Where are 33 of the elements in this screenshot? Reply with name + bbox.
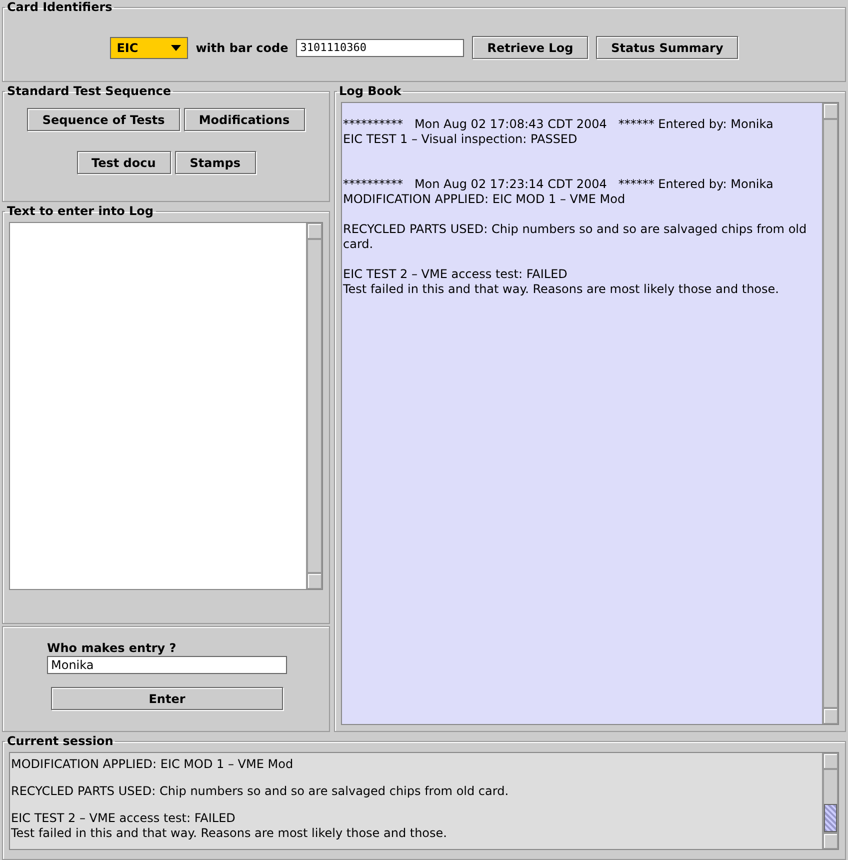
caret-icon (170, 44, 181, 50)
entry-name-label: Who makes entry ? (47, 641, 178, 655)
log-line: ********** Mon Aug 02 17:23:14 CDT 2004 ****** Entered by: Monika (343, 177, 774, 192)
bar-code-field[interactable]: 3101110360 (296, 38, 464, 56)
scrollbar[interactable] (306, 223, 322, 589)
session-line: Test failed in this and that way. Reasons are most likely those and those. (11, 826, 448, 841)
sequence-button[interactable]: Sequence of Tests (27, 108, 180, 131)
enter-button[interactable]: Enter (51, 687, 283, 710)
panel-title: Standard Test Sequence (6, 84, 172, 98)
session-line: MODIFICATION APPLIED: EIC MOD 1 – VME Mod (11, 757, 294, 772)
log-text-area[interactable] (9, 222, 323, 590)
log-line: EIC TEST 2 – VME access test: FAILED (343, 267, 568, 282)
panel-title: Card Identifiers (6, 0, 114, 14)
panel-title: Current session (6, 734, 114, 748)
log-line: MODIFICATION APPLIED: EIC MOD 1 – VME Mod (343, 192, 626, 207)
sequence-button[interactable]: Modifications (184, 108, 305, 131)
card-type-dropdown[interactable]: EIC (110, 36, 188, 58)
scrollbar[interactable] (822, 753, 838, 849)
panel-title: Text to enter into Log (6, 204, 154, 218)
log-line: ********** Mon Aug 02 17:08:43 CDT 2004 ****** Entered by: Monika (343, 117, 774, 132)
panel-title: Log Book (338, 84, 402, 98)
toolbar-button[interactable]: Status Summary (596, 36, 738, 59)
name-field[interactable]: Monika (47, 656, 287, 674)
sequence-button[interactable]: Test docu (76, 151, 171, 174)
session-line: RECYCLED PARTS USED: Chip numbers so and so are salvaged chips from old card. (11, 784, 510, 799)
toolbar-button[interactable]: Retrieve Log (472, 36, 588, 59)
bar-code-label: with bar code (196, 40, 288, 54)
scrollbar[interactable] (822, 103, 838, 724)
sequence-button[interactable]: Stamps (174, 151, 256, 174)
log-line: EIC TEST 1 – Visual inspection: PASSED (343, 132, 578, 147)
log-line: RECYCLED PARTS USED: Chip numbers so and so are salvaged chips from old card. (343, 222, 808, 252)
log-line: Test failed in this and that way. Reasons are most likely those and those. (343, 282, 780, 297)
session-line: EIC TEST 2 – VME access test: FAILED (11, 811, 236, 826)
